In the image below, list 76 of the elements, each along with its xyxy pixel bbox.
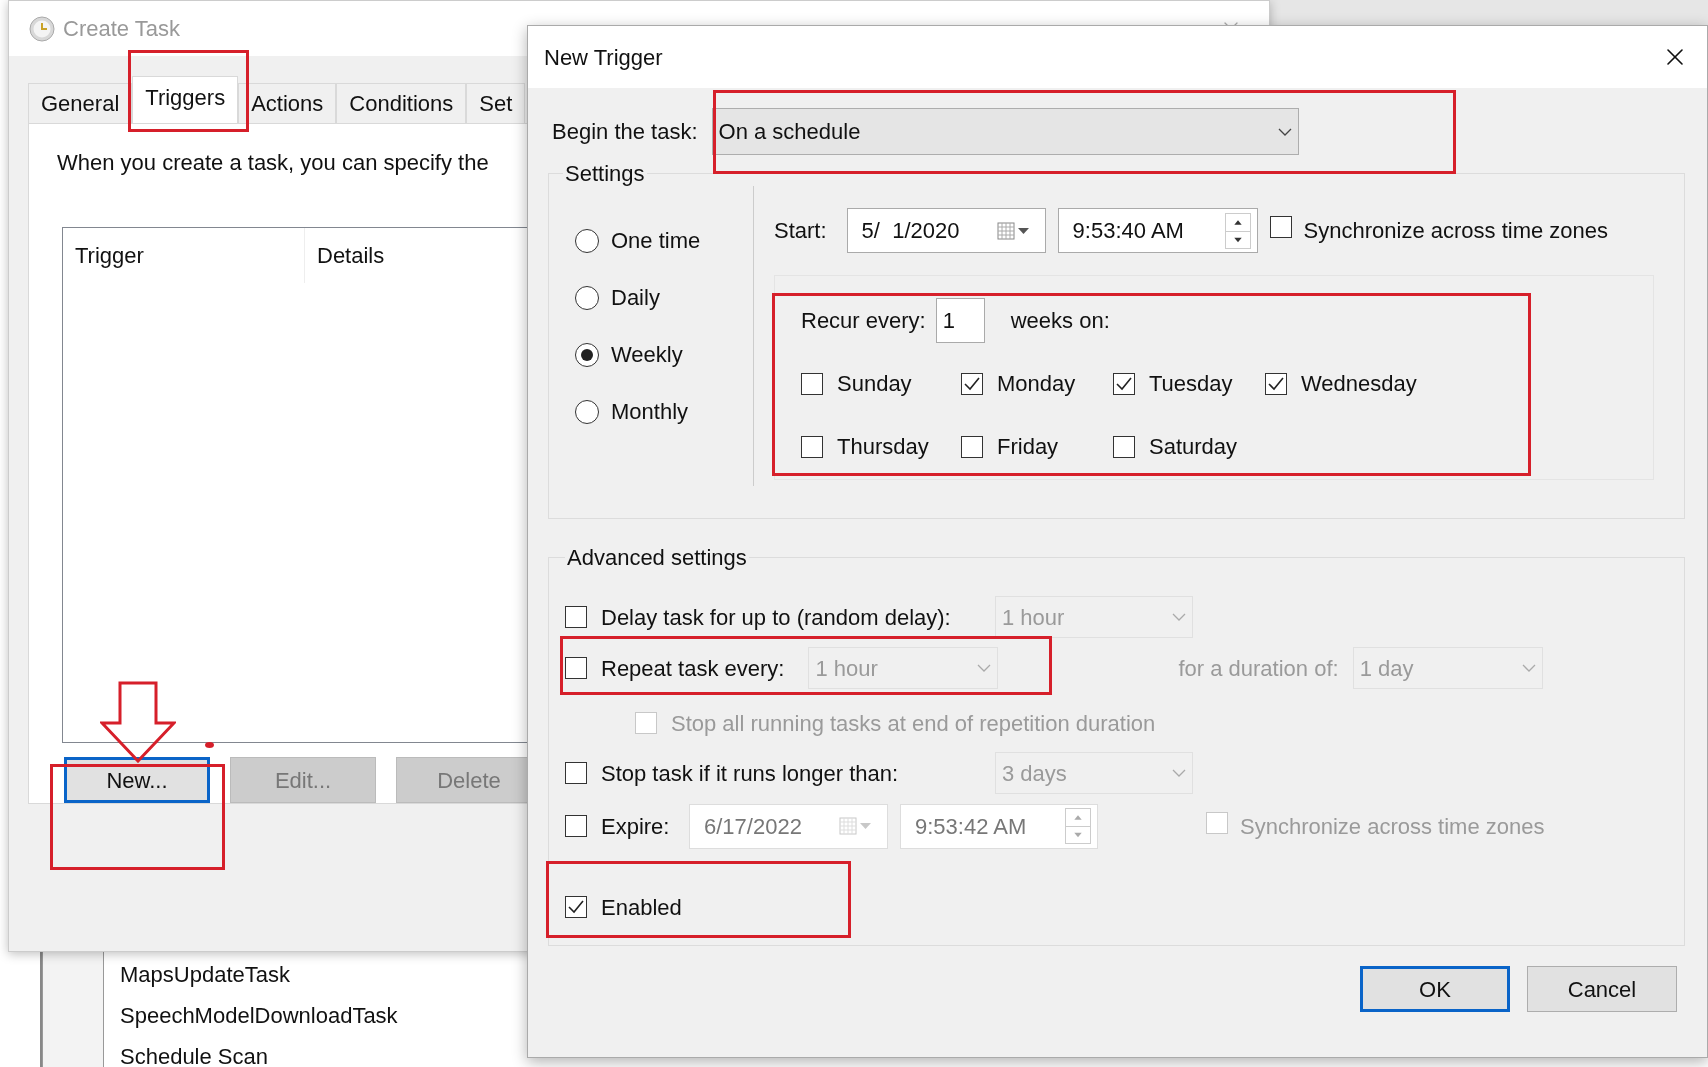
checkmark-icon [568,900,584,914]
window-title: Create Task [63,15,180,43]
dialog-button[interactable]: OK [1360,966,1510,1012]
checkbox-label[interactable]: Expire: [601,809,689,843]
chevron-down-icon [1172,613,1186,621]
checkbox-label[interactable]: Tuesday [1149,367,1233,400]
checkbox[interactable] [565,657,587,679]
field-label: for a duration of: [1178,654,1339,683]
checkbox[interactable] [801,435,823,458]
tab[interactable]: Conditions [336,83,467,123]
checkmark-icon [964,376,980,391]
spin-buttons[interactable] [1224,212,1251,249]
checkbox[interactable] [801,372,823,395]
tab[interactable]: Actions [238,83,337,123]
chevron-down-icon [1521,664,1536,672]
calendar-dropdown-icon[interactable] [996,221,1031,240]
checkbox[interactable] [565,896,587,918]
clock-icon [29,15,55,42]
checkbox[interactable] [961,435,983,458]
action-button[interactable]: New... [64,757,210,803]
begin-task-dropdown[interactable]: On a schedule [711,108,1299,155]
checkbox-label[interactable]: Enabled [601,890,682,924]
chevron-down-icon [977,664,992,672]
dialog-title: New Trigger [544,43,663,72]
checkbox-label[interactable]: Thursday [837,430,929,463]
column-header[interactable]: Details [305,228,397,283]
radio-button[interactable] [575,285,599,310]
task-name[interactable]: SpeechModelDownloadTask [120,999,398,1032]
checkbox[interactable] [565,762,587,784]
radio-button[interactable] [575,228,599,253]
date-field[interactable]: 6/17/2022 [689,803,888,849]
checkbox[interactable] [1269,216,1292,238]
recur-input[interactable]: 1 [935,298,985,343]
group-title: Advanced settings [566,544,748,572]
checkbox-label[interactable]: Friday [997,430,1059,463]
checkbox-label[interactable]: Repeat task every: [601,651,785,685]
checkbox[interactable] [1265,372,1287,395]
dot-mark [205,742,214,748]
task-name[interactable]: Schedule Scan [120,1040,398,1067]
checkbox[interactable] [565,606,587,628]
checkbox-label[interactable]: Synchronize across time zones [1303,214,1609,247]
task-name[interactable]: MapsUpdateTask [120,958,398,991]
radio-label[interactable]: Monthly [611,395,689,428]
checkbox[interactable] [1113,435,1135,458]
checkmark-icon [1268,376,1284,391]
checkbox[interactable] [1113,372,1135,395]
field-label: Begin the task: [552,118,698,146]
description-text: When you create a task, you can specify the [57,149,489,177]
field-label: Start: [774,217,827,245]
time-field[interactable]: 9:53:42 AM [900,803,1098,849]
tab[interactable]: Set [466,83,526,123]
chevron-down-icon [1172,769,1186,777]
checkbox-label[interactable]: Sunday [837,367,912,400]
checkbox-label[interactable]: Monday [997,367,1076,400]
checkbox-label[interactable]: Delay task for up to (random delay): [601,600,995,634]
tab[interactable]: Triggers [132,76,239,123]
checkbox[interactable] [961,372,983,395]
radio-button[interactable] [575,399,599,424]
field-label: Recur every: [801,307,926,335]
column-header[interactable]: Trigger [63,228,305,283]
checkbox-label[interactable]: Wednesday [1301,367,1417,400]
radio-label[interactable]: Daily [611,281,660,314]
checkbox-label[interactable]: Saturday [1149,430,1238,463]
group-title: Settings [564,160,646,188]
chevron-down-icon [1277,127,1292,136]
dialog-button[interactable]: Cancel [1527,966,1677,1012]
time-field[interactable]: 9:53:40 AM [1057,208,1258,253]
tab[interactable]: General [28,83,133,123]
radio-button[interactable] [575,342,599,367]
radio-label[interactable]: One time [611,224,701,257]
checkmark-icon [1116,376,1132,391]
checkbox-label[interactable]: Stop task if it runs longer than: [601,756,995,790]
date-field[interactable]: 5/ 1/2020 [846,208,1046,253]
field-label: weeks on: [1010,307,1110,335]
radio-label[interactable]: Weekly [611,338,683,371]
checkbox[interactable] [565,815,587,837]
